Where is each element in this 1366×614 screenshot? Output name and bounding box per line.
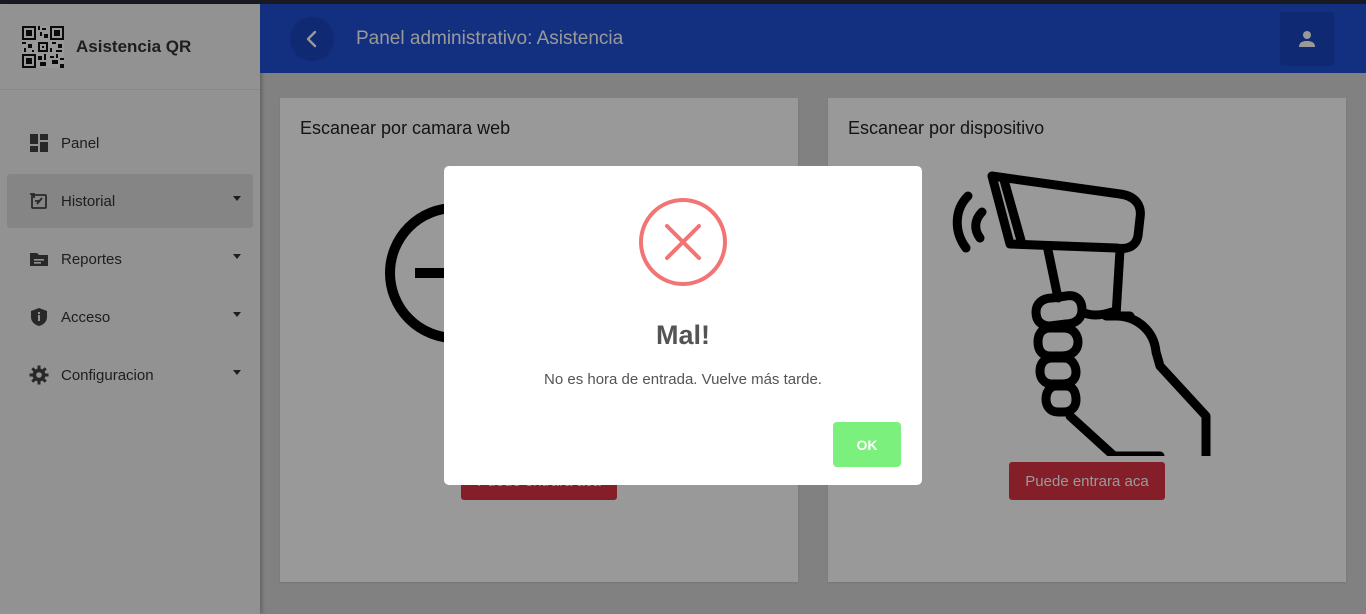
dialog-title: Mal! bbox=[656, 320, 710, 350]
dialog-message: No es hora de entrada. Vuelve más tarde. bbox=[544, 371, 822, 388]
error-x-icon bbox=[639, 198, 727, 286]
ok-button[interactable]: OK bbox=[833, 422, 901, 467]
error-dialog: Mal! No es hora de entrada. Vuelve más t… bbox=[444, 166, 922, 485]
